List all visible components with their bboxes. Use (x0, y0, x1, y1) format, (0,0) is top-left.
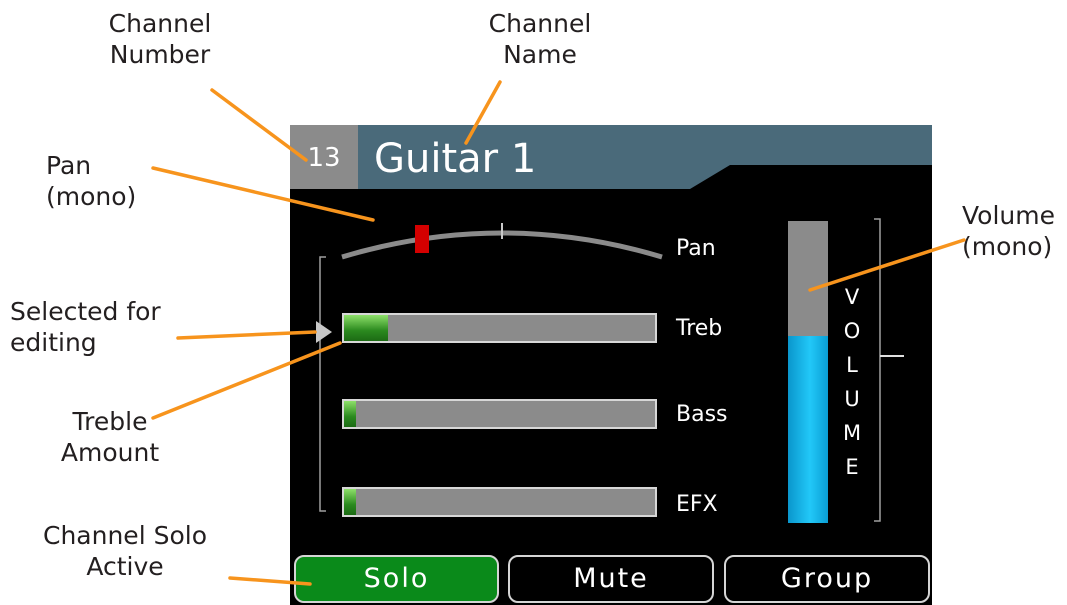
callout-pan (151, 166, 375, 222)
callout-lines (151, 80, 966, 586)
callout-channel-number (210, 88, 308, 162)
callout-volume (808, 238, 966, 292)
callout-solo (228, 576, 312, 586)
callout-channel-name (464, 80, 502, 145)
callout-treble (151, 341, 342, 420)
callout-selected (176, 330, 317, 340)
